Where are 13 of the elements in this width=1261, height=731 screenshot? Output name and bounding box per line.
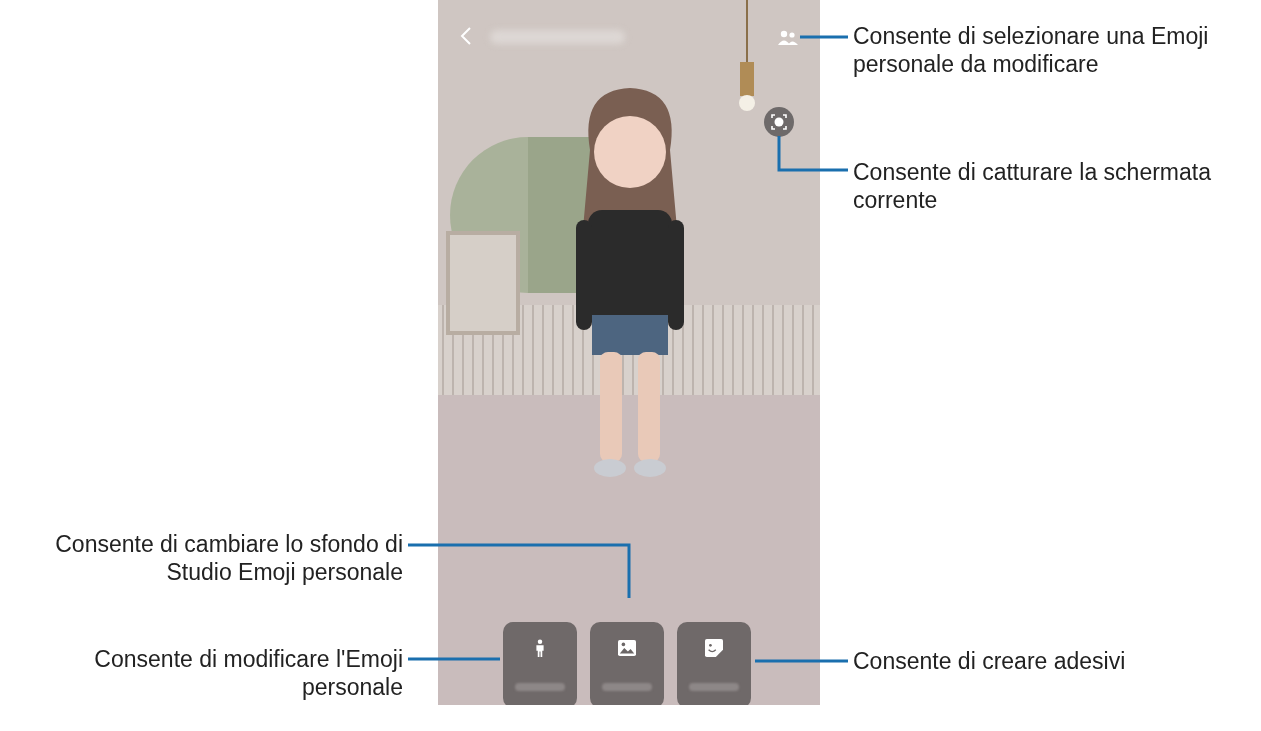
blurred-label bbox=[515, 683, 565, 691]
face-capture-icon[interactable] bbox=[764, 107, 794, 137]
image-icon bbox=[618, 639, 636, 657]
background-button[interactable] bbox=[590, 622, 664, 705]
callout-text: Consente di creare adesivi bbox=[853, 647, 1127, 675]
sticker-button[interactable] bbox=[677, 622, 751, 705]
callout-text: Consente di cambiare lo sfondo di Studio Emoji personale bbox=[54, 530, 403, 586]
blurred-label bbox=[602, 683, 652, 691]
blurred-label bbox=[689, 683, 739, 691]
callout-text: Consente di catturare la schermata corrente bbox=[853, 158, 1212, 214]
callout-text: Consente di selezionare una Emoji personale da modificare bbox=[853, 22, 1210, 78]
sticker-icon bbox=[705, 639, 723, 657]
callout-text: Consente di modificare l'Emoji personale bbox=[93, 645, 403, 701]
